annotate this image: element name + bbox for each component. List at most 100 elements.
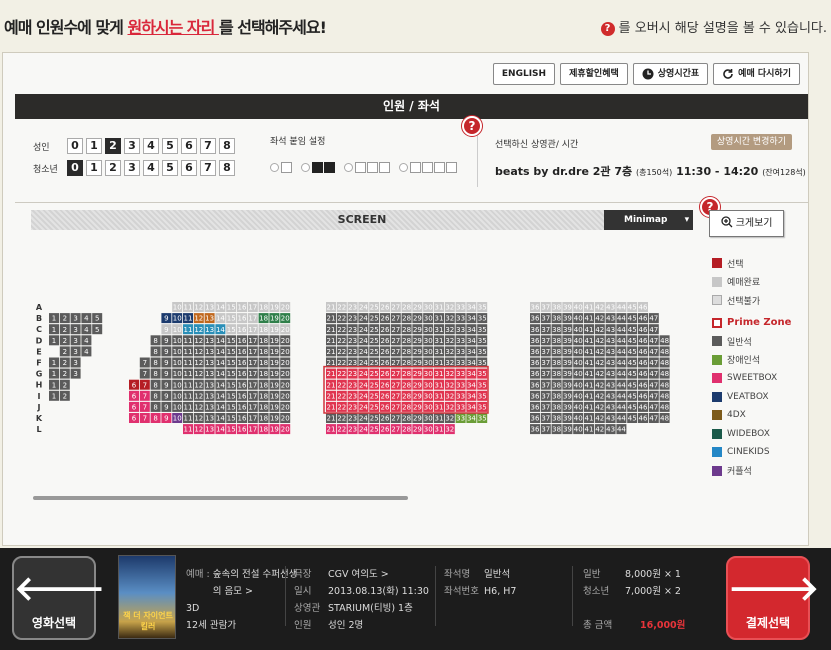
seat[interactable]: 9	[161, 313, 172, 324]
seat[interactable]: 6	[129, 379, 139, 390]
seat[interactable]: 11	[183, 302, 193, 312]
seat[interactable]: 34	[466, 324, 477, 335]
seat[interactable]: 33	[455, 368, 466, 379]
seat[interactable]: 13	[204, 346, 215, 357]
seat-group-1[interactable]	[270, 162, 292, 173]
seat[interactable]: 15	[226, 335, 237, 346]
seat[interactable]: 9	[161, 324, 172, 335]
seat[interactable]: 37	[540, 335, 551, 346]
seat[interactable]: 6	[129, 390, 139, 401]
seat[interactable]: 32	[444, 302, 455, 312]
seat[interactable]: 11	[183, 413, 193, 423]
seat[interactable]: 45	[627, 346, 638, 357]
seat[interactable]: 38	[551, 390, 562, 401]
seat[interactable]: 25	[369, 357, 380, 368]
seat[interactable]: 23	[347, 313, 358, 324]
seat[interactable]: 39	[562, 324, 573, 335]
seat[interactable]: 13	[204, 424, 215, 435]
seat[interactable]: 33	[455, 390, 466, 401]
seat[interactable]: 27	[390, 324, 401, 335]
seat[interactable]: 22	[336, 379, 347, 390]
seat[interactable]: 11	[183, 313, 193, 324]
seat[interactable]: 45	[627, 368, 638, 379]
seat[interactable]: 31	[434, 401, 444, 412]
seat[interactable]: 39	[562, 302, 573, 312]
seat[interactable]: 20	[280, 324, 291, 335]
youth-count-1[interactable]: 1	[86, 160, 102, 176]
seat[interactable]: 33	[455, 346, 466, 357]
seat[interactable]: 16	[237, 313, 247, 324]
seat[interactable]: 24	[358, 413, 369, 423]
seat[interactable]: 1	[49, 390, 59, 401]
seat[interactable]: 11	[183, 335, 193, 346]
seat[interactable]: 12	[193, 368, 204, 379]
seat[interactable]: 6	[129, 413, 139, 423]
seat[interactable]: 37	[540, 313, 551, 324]
seat[interactable]: 19	[269, 424, 280, 435]
seat[interactable]: 29	[412, 424, 423, 435]
seat[interactable]: 48	[659, 335, 670, 346]
seat[interactable]: 7	[139, 390, 150, 401]
seat[interactable]: 15	[226, 346, 237, 357]
seat[interactable]: 43	[605, 379, 616, 390]
seat[interactable]: 20	[280, 335, 291, 346]
seat[interactable]: 30	[423, 379, 434, 390]
seat[interactable]: 21	[326, 313, 336, 324]
seat[interactable]: 36	[530, 390, 540, 401]
seat[interactable]: 24	[358, 379, 369, 390]
seat[interactable]: 41	[584, 401, 594, 412]
seat[interactable]: 22	[336, 357, 347, 368]
seat[interactable]: 39	[562, 413, 573, 423]
seat[interactable]: 23	[347, 324, 358, 335]
seat[interactable]: 32	[444, 424, 455, 435]
seat[interactable]: 25	[369, 390, 380, 401]
seat[interactable]: 16	[237, 302, 247, 312]
seat[interactable]: 31	[434, 424, 444, 435]
seat[interactable]: 43	[605, 302, 616, 312]
seat[interactable]: 41	[584, 324, 594, 335]
seat[interactable]: 39	[562, 346, 573, 357]
seat[interactable]: 18	[258, 346, 269, 357]
seat[interactable]: 41	[584, 368, 594, 379]
seat[interactable]: 12	[193, 401, 204, 412]
seat[interactable]: 40	[573, 313, 584, 324]
seat[interactable]: 35	[477, 390, 488, 401]
seat[interactable]: 30	[423, 424, 434, 435]
seat[interactable]: 17	[247, 379, 258, 390]
seat[interactable]: 26	[380, 346, 390, 357]
seat[interactable]: 31	[434, 390, 444, 401]
seat[interactable]: 18	[258, 390, 269, 401]
seat[interactable]: 13	[204, 357, 215, 368]
seat[interactable]: 2	[59, 313, 70, 324]
seat[interactable]: 29	[412, 302, 423, 312]
seat[interactable]: 39	[562, 390, 573, 401]
seat[interactable]: 16	[237, 335, 247, 346]
seat[interactable]: 1	[49, 379, 59, 390]
seat[interactable]: 40	[573, 357, 584, 368]
seat[interactable]: 14	[215, 379, 226, 390]
seat[interactable]: 41	[584, 346, 594, 357]
seat[interactable]: 36	[530, 424, 540, 435]
youth-count-2[interactable]: 2	[105, 160, 121, 176]
seat[interactable]: 28	[401, 379, 412, 390]
seat[interactable]: 12	[193, 313, 204, 324]
seat[interactable]: 21	[326, 302, 336, 312]
seat[interactable]: 18	[258, 424, 269, 435]
seat[interactable]: 31	[434, 413, 444, 423]
seat[interactable]: 36	[530, 346, 540, 357]
seat[interactable]: 8	[150, 390, 161, 401]
seat[interactable]: 40	[573, 324, 584, 335]
seat[interactable]: 30	[423, 313, 434, 324]
seat[interactable]: 37	[540, 302, 551, 312]
seat[interactable]: 28	[401, 324, 412, 335]
seat[interactable]: 40	[573, 346, 584, 357]
seat[interactable]: 44	[616, 302, 627, 312]
seat[interactable]: 37	[540, 424, 551, 435]
seat[interactable]: 18	[258, 357, 269, 368]
seat[interactable]: 26	[380, 401, 390, 412]
seat[interactable]: 14	[215, 335, 226, 346]
seat[interactable]: 8	[150, 335, 161, 346]
seat[interactable]: 44	[616, 379, 627, 390]
seat[interactable]: 30	[423, 324, 434, 335]
seat[interactable]: 14	[215, 324, 226, 335]
